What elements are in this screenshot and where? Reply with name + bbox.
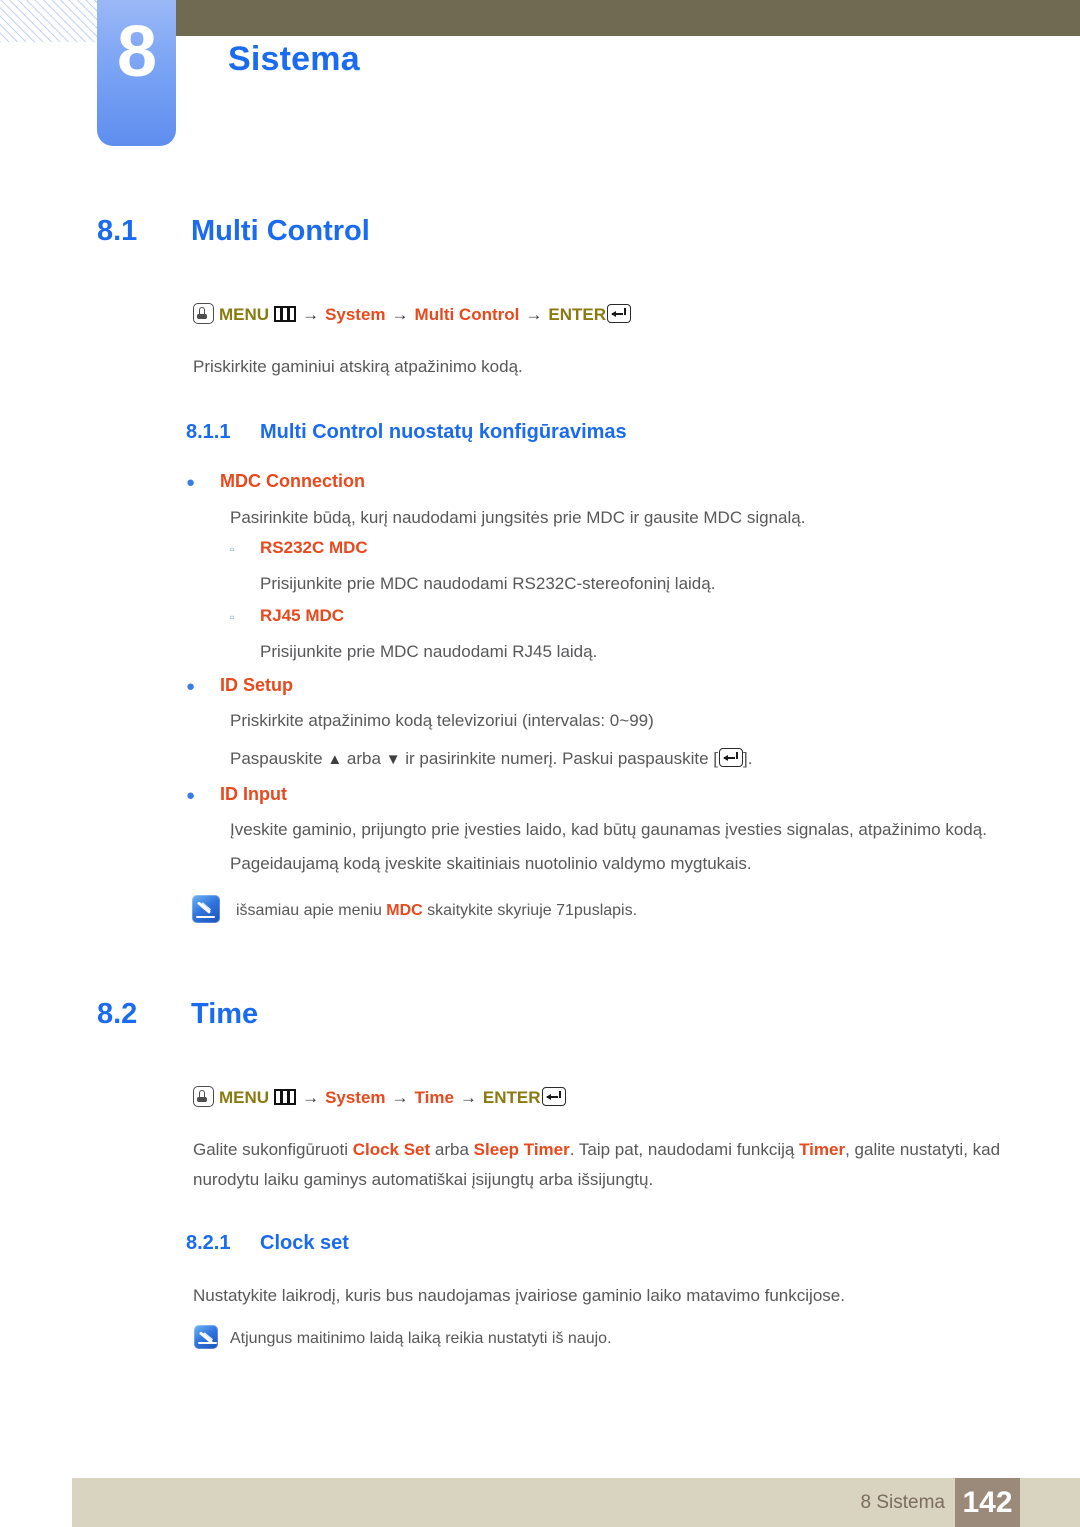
path-arrow-2: → <box>391 305 409 324</box>
subbullet-square-icon: ▫ <box>230 610 235 624</box>
subsection-number: 8.1.1 <box>186 421 231 443</box>
subsection-title: Clock set <box>260 1232 349 1254</box>
enter-key-icon <box>719 748 744 767</box>
note-clock-set: Atjungus maitinimo laidą laiką reikia nu… <box>194 1325 612 1353</box>
path-arrow-1: → <box>302 305 320 324</box>
subsection-heading-8-1-1: 8.1.1 Multi Control nuostatų konfigūravim… <box>186 421 627 444</box>
subbullet-rs232c-mdc: ▫ RS232C MDC <box>230 538 368 558</box>
menu-grid-icon <box>274 1089 297 1105</box>
bullet-dot-icon: ● <box>186 787 196 804</box>
menu-step-system: System <box>325 305 386 324</box>
press-hand-icon <box>193 303 214 324</box>
menu-grid-icon <box>274 306 297 322</box>
bullet-dot-icon: ● <box>186 474 196 491</box>
enter-label: ENTER <box>482 1088 541 1107</box>
note-text-b: skaitykite skyriuje 71puslapis. <box>422 902 638 919</box>
bullet-label: MDC Connection <box>220 471 365 491</box>
mdc-connection-description: Pasirinkite būdą, kurį naudodami jungsit… <box>230 508 806 527</box>
subsection-heading-8-2-1: 8.2.1 Clock set <box>186 1232 349 1255</box>
subsection-number: 8.2.1 <box>186 1232 231 1254</box>
chapter-tab: 8 <box>97 0 176 146</box>
bullet-label: ID Setup <box>220 675 294 695</box>
section-title: Multi Control <box>191 215 370 247</box>
section-number: 8.2 <box>97 998 138 1030</box>
note-highlight-mdc: MDC <box>386 902 423 919</box>
menu-path-multi-control: MENU → System → Multi Control → ENTER <box>193 303 631 325</box>
press-hand-icon <box>193 1086 214 1107</box>
menu-step-time: Time <box>414 1088 454 1107</box>
instruction-text-d: ]. <box>743 749 753 768</box>
down-arrow-icon: ▼ <box>385 751 401 768</box>
chapter-title: Sistema <box>228 40 360 78</box>
path-arrow-3: → <box>525 305 543 324</box>
section-heading-time: 8.2 Time <box>97 998 258 1031</box>
id-input-description: Įveskite gaminio, prijungto prie įvestie… <box>230 820 987 839</box>
bullet-id-setup: ● ID Setup <box>186 675 293 696</box>
instruction-text-a: Paspauskite <box>230 749 328 768</box>
note-text-a: išsamiau apie meniu <box>236 902 387 919</box>
rs232c-mdc-description: Prisijunkite prie MDC naudodami RS232C-s… <box>260 574 716 593</box>
paragraph-text-3: . Taip pat, naudodami funkciją <box>569 1140 800 1159</box>
subbullet-rj45-mdc: ▫ RJ45 MDC <box>230 606 344 626</box>
time-paragraph: Galite sukonfigūruoti Clock Set arba Sle… <box>193 1135 1013 1195</box>
bullet-id-input: ● ID Input <box>186 784 287 805</box>
menu-label: MENU <box>219 1088 270 1107</box>
subbullet-label: RS232C MDC <box>260 538 368 557</box>
note-pencil-icon <box>194 1325 218 1349</box>
highlight-sleep-timer: Sleep Timer <box>473 1140 570 1159</box>
path-arrow-1: → <box>302 1088 320 1107</box>
enter-label: ENTER <box>548 305 606 324</box>
decorative-hatch-pattern <box>0 0 110 42</box>
up-arrow-icon: ▲ <box>327 751 343 768</box>
multi-control-intro: Priskirkite gaminiui atskirą atpažinimo … <box>193 357 523 376</box>
id-setup-description: Priskirkite atpažinimo kodą televizoriui… <box>230 711 654 730</box>
clock-set-description: Nustatykite laikrodį, kuris bus naudojam… <box>193 1286 845 1305</box>
subsection-title: Multi Control nuostatų konfigūravimas <box>260 421 627 443</box>
path-arrow-3: → <box>459 1088 477 1107</box>
section-heading-multi-control: 8.1 Multi Control <box>97 215 370 248</box>
section-number: 8.1 <box>97 215 138 247</box>
path-arrow-2: → <box>391 1088 409 1107</box>
subbullet-square-icon: ▫ <box>230 542 235 556</box>
header-bar <box>176 0 1080 36</box>
bullet-dot-icon: ● <box>186 678 196 695</box>
id-input-description-2: Pageidaujamą kodą įveskite skaitiniais n… <box>230 854 752 873</box>
enter-key-icon <box>606 304 631 323</box>
chapter-number: 8 <box>116 12 157 92</box>
menu-path-time: MENU → System → Time → ENTER <box>193 1086 566 1108</box>
paragraph-text-1: Galite sukonfigūruoti <box>193 1140 353 1159</box>
footer-chapter-label: 8 Sistema <box>860 1492 945 1513</box>
note-pencil-icon <box>192 895 220 923</box>
note-text: Atjungus maitinimo laidą laiką reikia nu… <box>230 1330 612 1347</box>
highlight-timer: Timer <box>799 1140 846 1159</box>
section-title: Time <box>191 998 259 1030</box>
subbullet-label: RJ45 MDC <box>260 606 345 625</box>
bullet-mdc-connection: ● MDC Connection <box>186 471 365 492</box>
menu-label: MENU <box>219 305 270 324</box>
highlight-clock-set: Clock Set <box>352 1140 431 1159</box>
id-setup-instruction: Paspauskite ▲ arba ▼ ir pasirinkite nume… <box>230 744 752 775</box>
footer-page-number: 142 <box>955 1478 1020 1527</box>
menu-step-multi-control: Multi Control <box>414 305 520 324</box>
enter-key-icon <box>541 1087 566 1106</box>
menu-step-system: System <box>325 1088 386 1107</box>
instruction-text-b: arba <box>342 749 386 768</box>
note-mdc: išsamiau apie meniu MDC skaitykite skyri… <box>192 895 637 925</box>
rj45-mdc-description: Prisijunkite prie MDC naudodami RJ45 lai… <box>260 642 598 661</box>
bullet-label: ID Input <box>220 784 287 804</box>
paragraph-text-2: arba <box>430 1140 474 1159</box>
instruction-text-c: ir pasirinkite numerį. Paskui paspauskit… <box>400 749 719 768</box>
